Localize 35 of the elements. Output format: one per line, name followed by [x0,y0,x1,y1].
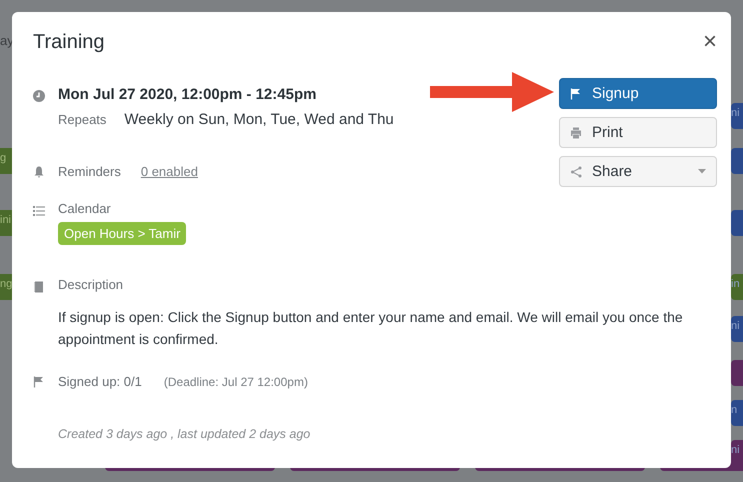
clock-icon [33,90,45,102]
history-note: Created 3 days ago , last updated 2 days ago [58,427,312,441]
close-button[interactable]: × [702,30,717,54]
repeats-value: Weekly on Sun, Mon, Tue, Wed and Thu [124,111,394,128]
caret-icon [698,169,706,174]
calendar-event[interactable] [731,360,743,386]
signed-up-count: Signed up: 0/1 [58,374,142,389]
calendar-event[interactable]: g [0,148,13,174]
flag-icon [570,88,582,100]
description-label: Description [58,277,124,292]
reminders-link[interactable]: 0 enabled [140,164,198,179]
notebook-icon [33,281,45,293]
share-icon [570,166,582,178]
bell-icon [33,166,45,178]
reminders-label: Reminders [58,164,121,179]
calendar-event[interactable]: n [731,400,743,426]
signup-button[interactable]: Signup [559,78,717,109]
calendar-event[interactable]: ni [731,103,743,129]
flag-icon [33,376,45,388]
repeats-label: Repeats [58,112,106,127]
calendar-tag[interactable]: Open Hours > Tamir [58,222,186,245]
calendar-event[interactable]: in [731,274,743,300]
print-button[interactable]: Print [559,117,717,148]
calendar-event[interactable] [731,148,743,174]
dialog-title: Training [33,30,105,54]
calendar-event[interactable]: ini [0,210,13,236]
event-time: Mon Jul 27 2020, 12:00pm - 12:45pm [58,86,318,103]
printer-icon [570,126,582,138]
share-button[interactable]: Share [559,156,717,187]
calendar-event[interactable]: ni [731,316,743,342]
deadline-text: (Deadline: Jul 27 12:00pm) [164,374,308,388]
calendar-event[interactable] [731,210,743,236]
calendar-label: Calendar [58,201,112,216]
list-icon [33,205,45,217]
description-text: If signup is open: Click the Signup button and enter your name and email. We will email you once the appointment is confirmed. [58,308,684,349]
